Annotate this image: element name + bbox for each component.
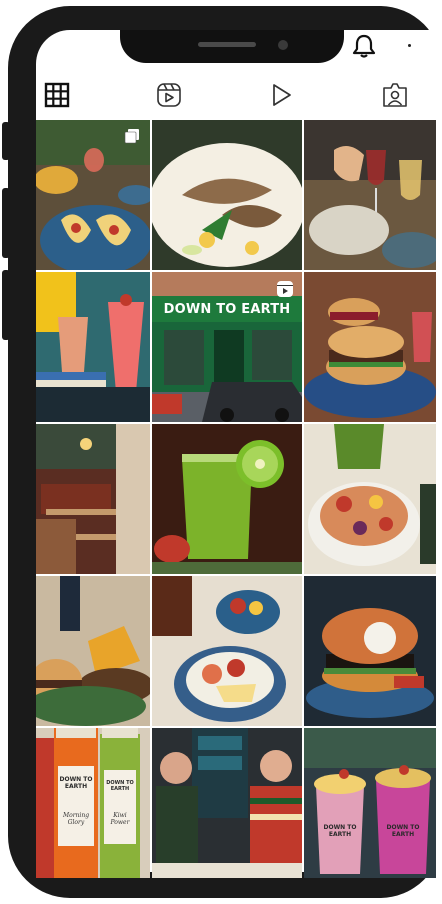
post-image-pink-drinks [36,272,150,422]
cup-brand-label: DOWN TO EARTH [323,824,357,838]
post-tile[interactable] [152,576,302,726]
post-image-black-burger [304,576,436,726]
post-tile[interactable] [152,728,302,878]
post-image-kiwi-juice [152,424,302,574]
post-image-fruit-bowls [152,576,302,726]
grid-icon [44,82,70,108]
mute-switch [2,122,10,160]
post-image-smoothies [304,728,436,878]
post-tile[interactable]: DOWN TO EARTH Morning Glory DOWN TO EART… [36,728,150,878]
tab-posts[interactable] [42,80,72,110]
bottle-flavor-label: Kiwi Power [110,812,130,826]
volume-down-button [2,270,10,340]
cup-brand-label: DOWN TO EARTH [386,824,420,838]
post-image-burger-stack [304,272,436,422]
tagged-user-icon [383,83,407,107]
reels-icon [157,83,181,107]
speaker [198,42,256,47]
post-tile[interactable] [152,424,302,574]
post-image-grilled-fish [152,120,302,270]
post-image-burger-fries [36,576,150,726]
post-tile[interactable]: DOWN TO EARTH DOWN TO EARTH [304,728,436,878]
post-tile[interactable] [304,424,436,574]
profile-tab-bar [36,76,442,118]
more-options-icon[interactable] [408,44,411,47]
volume-up-button [2,188,10,258]
post-tile[interactable] [36,424,150,574]
post-image-interior [36,424,150,574]
post-tile[interactable]: DOWN TO EARTH [152,272,302,422]
post-tile[interactable] [304,576,436,726]
post-image-acai-bowl [304,424,436,574]
post-image-juice-bottles [36,728,150,878]
post-image-two-men [152,728,302,878]
reel-icon [277,281,293,297]
post-tile[interactable] [304,272,436,422]
post-tile[interactable] [36,576,150,726]
front-camera [278,40,288,50]
notch [120,30,344,63]
play-icon [273,84,291,106]
bottle-brand-label: DOWN TO EARTH [59,776,93,790]
tab-videos[interactable] [266,80,296,110]
bottle-brand-label: DOWN TO EARTH [106,780,134,792]
storefront-sign-text: DOWN TO EARTH [163,302,291,317]
tab-tagged[interactable] [380,80,410,110]
post-tile[interactable] [152,120,302,270]
notifications-bell-icon[interactable] [350,32,378,60]
posts-grid: DOWN TO EARTH DOWN TO EARTH Morning Glor… [36,120,436,880]
tab-reels[interactable] [154,80,184,110]
multi-photo-icon [124,129,139,144]
post-tile[interactable] [304,120,436,270]
bottle-flavor-label: Morning Glory [62,812,90,826]
post-tile[interactable] [36,272,150,422]
post-tile[interactable] [36,120,150,270]
post-image-wine-toast [304,120,436,270]
